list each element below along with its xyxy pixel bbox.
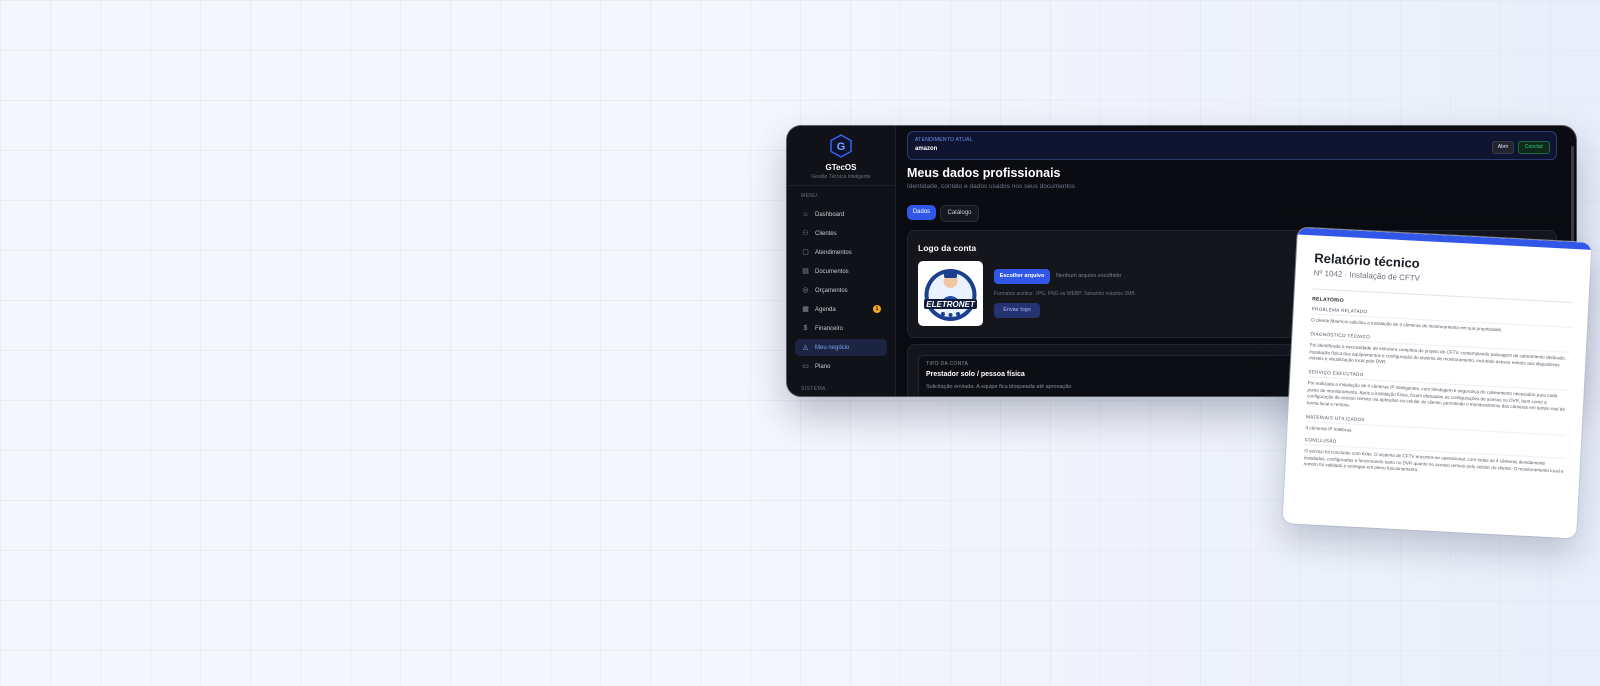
tab-dados[interactable]: Dados	[907, 205, 936, 220]
sidebar-item-atendimentos[interactable]: ▢ Atendimentos	[795, 244, 887, 261]
account-type-note: Solicitação enviada. A equipe fica bloqu…	[926, 384, 1073, 390]
sidebar-item-label: Documentos	[815, 268, 849, 275]
dollar-icon: ◎	[802, 287, 809, 294]
page-title: Meus dados profissionais	[907, 166, 1061, 180]
brand-tagline: Gestão Técnica Inteligente	[811, 174, 871, 180]
report-block: SERVIÇO EXECUTADO Foi realizada a instal…	[1307, 369, 1569, 420]
current-service-banner: ATENDIMENTO ATUAL amazon Abrir Concluir	[907, 131, 1557, 160]
account-type-value: Prestador solo / pessoa física	[926, 371, 1025, 378]
brand-name: GTecOS	[825, 163, 857, 172]
accepted-formats: Formatos aceitos: JPG, PNG ou WEBP. Tama…	[994, 291, 1137, 297]
page-subtitle: Identidade, contato e dados usados nos s…	[907, 183, 1076, 190]
banner-value: amazon	[915, 146, 938, 152]
send-logo-button[interactable]: Enviar logo	[994, 303, 1040, 318]
sidebar-item-label: Financeiro	[815, 325, 844, 332]
file-status: Nenhum arquivo escolhido	[1056, 273, 1122, 279]
currency-icon: $	[803, 325, 808, 332]
open-button[interactable]: Abrir	[1492, 141, 1514, 154]
account-type-label: TIPO DA CONTA	[926, 361, 969, 367]
svg-text:G: G	[837, 141, 846, 153]
calendar-icon: ▦	[802, 306, 809, 313]
choose-file-button[interactable]: Escolher arquivo	[994, 269, 1050, 284]
eletronet-logo: ELETRONET	[924, 269, 977, 321]
sidebar-item-plano[interactable]: ▭ Plano	[795, 358, 887, 375]
finish-button[interactable]: Concluir	[1518, 141, 1550, 154]
report-block: DIAGNÓSTICO TÉCNICO Foi identificada a n…	[1309, 331, 1571, 375]
bell-icon: ◬	[802, 344, 809, 351]
sidebar: G GTecOS Gestão Técnica Inteligente MENU…	[787, 126, 896, 396]
agenda-count-badge: 1	[873, 305, 881, 313]
logo-wordmark: ELETRONET	[926, 300, 976, 309]
report-title: Relatório técnico	[1313, 250, 1421, 271]
home-icon: ⌂	[803, 211, 808, 218]
sidebar-item-label: Plano	[815, 363, 831, 370]
sidebar-item-financeiro[interactable]: $ Financeiro	[795, 320, 887, 337]
sidebar-item-documentos[interactable]: ▤ Documentos	[795, 263, 887, 280]
sidebar-item-orcamentos[interactable]: ◎ Orçamentos	[795, 282, 887, 299]
report-section-label: RELATÓRIO	[1312, 296, 1345, 305]
sidebar-item-label: Dashboard	[815, 211, 845, 218]
clipboard-icon: ▢	[802, 249, 809, 256]
document-icon: ▤	[802, 268, 809, 275]
sidebar-divider	[787, 185, 895, 186]
sidebar-item-dashboard[interactable]: ⌂ Dashboard	[795, 206, 887, 223]
banner-label: ATENDIMENTO ATUAL	[915, 137, 973, 143]
sidebar-item-label: Clientes	[815, 230, 837, 237]
gtecos-logo-icon: G	[830, 134, 852, 158]
report-block: CONCLUSÃO O serviço foi concluído com êx…	[1303, 437, 1565, 481]
tab-catalogo[interactable]: Catálogo	[940, 205, 979, 222]
card-icon: ▭	[802, 363, 809, 370]
account-logo-image: ELETRONET	[918, 261, 983, 326]
sidebar-item-meu-negocio[interactable]: ◬ Meu negócio	[795, 339, 887, 356]
sidebar-item-label: Agenda	[815, 306, 836, 313]
menu-section-label: MENU	[801, 193, 818, 199]
sidebar-item-clientes[interactable]: ⚇ Clientes	[795, 225, 887, 242]
system-section-label: SISTEMA	[801, 386, 826, 392]
sidebar-item-agenda[interactable]: ▦ Agenda 1	[795, 301, 887, 318]
sidebar-item-label: Orçamentos	[815, 287, 848, 294]
users-icon: ⚇	[802, 230, 809, 237]
report-divider	[1312, 288, 1573, 303]
logo-card-title: Logo da conta	[918, 243, 977, 253]
sidebar-item-label: Meu negócio	[815, 344, 850, 351]
sidebar-item-label: Atendimentos	[815, 249, 852, 256]
technical-report-sheet: Relatório técnico Nº 1042 · Instalação d…	[1282, 227, 1592, 539]
report-subtitle: Nº 1042 · Instalação de CFTV	[1313, 268, 1421, 283]
